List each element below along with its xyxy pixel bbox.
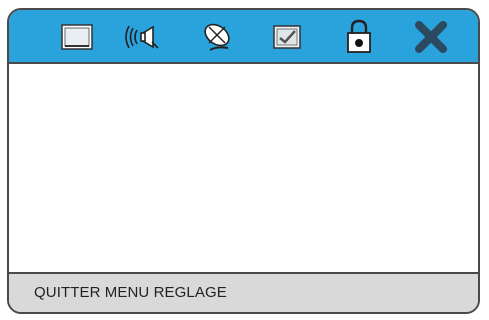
menu-icon-bar [9, 10, 478, 64]
status-bar: QUITTER MENU REGLAGE [9, 272, 478, 312]
picture-icon[interactable] [57, 17, 97, 57]
settings-checklist-icon[interactable] [267, 17, 307, 57]
lock-icon[interactable] [339, 17, 379, 57]
sound-icon[interactable] [125, 17, 165, 57]
exit-menu-label: QUITTER MENU REGLAGE [34, 284, 227, 301]
satellite-dish-icon[interactable] [197, 17, 237, 57]
exit-icon[interactable] [411, 17, 451, 57]
osd-menu-frame: QUITTER MENU REGLAGE [7, 8, 480, 314]
menu-content-area [9, 64, 478, 280]
